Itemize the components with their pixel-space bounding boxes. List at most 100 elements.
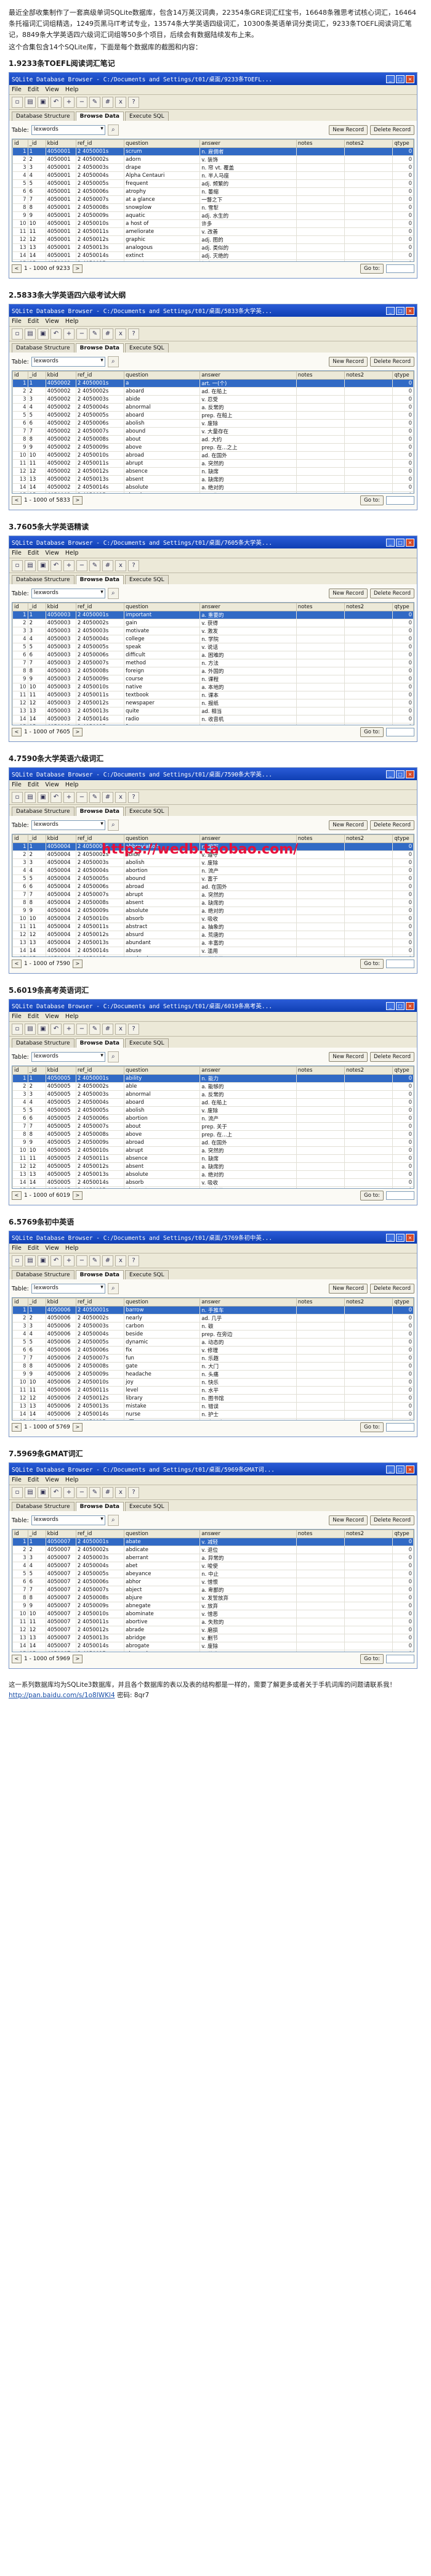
table-cell[interactable]: 2 4050006s <box>75 882 125 891</box>
table-cell[interactable]: 0 <box>392 419 414 428</box>
menu-item-help[interactable]: Help <box>65 318 79 325</box>
tab-database-structure[interactable]: Database Structure <box>12 807 75 816</box>
table-cell[interactable]: college <box>124 635 201 643</box>
search-icon[interactable]: ⌕ <box>107 1283 119 1294</box>
table-cell[interactable]: 4 <box>27 1562 46 1570</box>
table-cell[interactable]: 4050002 <box>45 467 76 476</box>
table-cell[interactable]: able <box>124 1082 201 1091</box>
table-cell[interactable] <box>296 211 345 220</box>
table-cell[interactable]: 0 <box>392 1114 414 1123</box>
table-row[interactable]: 1 1 4050002 2 4050001s a art. 一(个) 0 <box>12 379 414 388</box>
table-cell[interactable]: 8 <box>12 1362 28 1371</box>
table-cell[interactable] <box>344 1634 393 1642</box>
create-index-icon[interactable]: # <box>102 791 113 803</box>
column-header-notes2[interactable]: notes2 <box>344 1530 393 1538</box>
table-cell[interactable]: 13 <box>27 707 46 715</box>
table-cell[interactable] <box>296 1314 345 1323</box>
table-row[interactable]: 12 12 4050005 2 4050012s absent a. 缺席的 0 <box>12 1162 414 1171</box>
goto-input[interactable] <box>386 1423 414 1432</box>
table-cell[interactable]: 2 4050009s <box>75 211 125 220</box>
table-cell[interactable]: 2 <box>12 155 28 164</box>
table-cell[interactable]: 0 <box>392 1562 414 1570</box>
prev-page-button[interactable]: < <box>12 264 22 273</box>
table-cell[interactable] <box>344 155 393 164</box>
table-cell[interactable]: 14 <box>12 483 28 492</box>
table-cell[interactable]: 0 <box>392 1074 414 1083</box>
table-cell[interactable]: 0 <box>392 667 414 675</box>
table-cell[interactable]: v. 吸收 <box>199 915 297 923</box>
table-cell[interactable]: carbon <box>124 1322 201 1331</box>
table-cell[interactable] <box>296 1562 345 1570</box>
table-cell[interactable]: above <box>124 1130 201 1139</box>
column-header-notes[interactable]: notes <box>296 139 345 148</box>
table-cell[interactable]: abdicate <box>124 1546 201 1554</box>
table-cell[interactable] <box>344 1130 393 1139</box>
table-cell[interactable]: 2 4050009s <box>75 1370 125 1379</box>
table-cell[interactable] <box>296 403 345 412</box>
table-cell[interactable] <box>344 1610 393 1618</box>
table-cell[interactable]: 11 <box>27 1618 46 1626</box>
table-cell[interactable]: 2 <box>12 1314 28 1323</box>
column-header-refid[interactable]: ref_id <box>75 1298 125 1306</box>
table-cell[interactable] <box>296 171 345 180</box>
table-cell[interactable]: ad. 几乎 <box>199 1314 297 1323</box>
table-cell[interactable]: a. 突然的 <box>199 1146 297 1155</box>
table-cell[interactable] <box>296 1162 345 1171</box>
goto-input[interactable] <box>386 496 414 505</box>
table-cell[interactable]: ad. 相当 <box>199 707 297 715</box>
table-cell[interactable]: 2 4050013s <box>75 475 125 484</box>
menu-item-help[interactable]: Help <box>65 86 79 93</box>
table-cell[interactable]: 8 <box>12 667 28 675</box>
table-row[interactable]: 1 1 4050001 2 4050001s scrum n. 雇佣者 0 <box>12 147 414 156</box>
table-row[interactable]: 6 6 4050003 2 4050006s difficult a. 困难的 0 <box>12 651 414 659</box>
table-cell[interactable]: 0 <box>392 475 414 484</box>
table-cell[interactable]: 7 <box>27 195 46 204</box>
table-cell[interactable]: 2 4050001s <box>75 379 125 388</box>
table-cell[interactable]: prep. 关于 <box>199 1122 297 1131</box>
table-cell[interactable]: 2 4050014s <box>75 1410 125 1419</box>
table-cell[interactable]: 3 <box>27 395 46 404</box>
goto-button[interactable]: Go to: <box>360 1422 384 1432</box>
undo-icon[interactable]: ↶ <box>50 328 62 340</box>
table-cell[interactable] <box>296 1370 345 1379</box>
table-cell[interactable] <box>344 882 393 891</box>
table-row[interactable]: 14 14 4050002 2 4050014s absolute a. 绝对的 0 <box>12 483 414 492</box>
table-cell[interactable]: ad. 在国外 <box>199 451 297 460</box>
column-header-qtype[interactable]: qtype <box>392 1530 414 1538</box>
table-cell[interactable]: 14 <box>12 1178 28 1187</box>
table-cell[interactable]: fun <box>124 1354 201 1363</box>
table-cell[interactable]: 4050001 <box>45 171 76 180</box>
table-cell[interactable] <box>344 611 393 619</box>
table-cell[interactable]: 0 <box>392 1586 414 1594</box>
table-cell[interactable]: 2 4050013s <box>75 1634 125 1642</box>
table-cell[interactable] <box>344 1386 393 1395</box>
table-row[interactable]: 4 4 4050003 2 4050004s college n. 学院 0 <box>12 635 414 643</box>
table-cell[interactable]: 4050005 <box>45 1130 76 1139</box>
table-cell[interactable]: snowplow <box>124 203 201 212</box>
table-cell[interactable]: 9 <box>27 1138 46 1147</box>
save-icon[interactable]: ▣ <box>38 96 49 108</box>
table-cell[interactable]: 6 <box>12 1346 28 1355</box>
column-header-kbid[interactable]: kbid <box>45 1298 76 1306</box>
table-cell[interactable]: 4050002 <box>45 475 76 484</box>
table-cell[interactable] <box>296 1130 345 1139</box>
table-cell[interactable]: 2 4050001s <box>75 842 125 851</box>
table-cell[interactable]: 0 <box>392 1402 414 1411</box>
table-cell[interactable] <box>296 1386 345 1395</box>
menu-item-file[interactable]: File <box>12 781 22 788</box>
table-cell[interactable]: a. 绝对的 <box>199 1170 297 1179</box>
table-cell[interactable]: 1 <box>12 147 28 156</box>
table-cell[interactable]: 4050007 <box>45 1610 76 1618</box>
table-cell[interactable]: v. 吸收 <box>199 1178 297 1187</box>
table-row[interactable]: 2 2 4050002 2 4050002s aboard ad. 在船上 0 <box>12 387 414 396</box>
table-cell[interactable]: 7 <box>27 427 46 436</box>
table-row[interactable]: 10 10 4050004 2 4050010s absorb v. 吸收 0 <box>12 915 414 923</box>
table-cell[interactable] <box>344 691 393 699</box>
table-cell[interactable]: 4050006 <box>45 1410 76 1419</box>
table-cell[interactable]: 11 <box>12 1386 28 1395</box>
table-cell[interactable] <box>344 147 393 156</box>
table-cell[interactable]: abet <box>124 1562 201 1570</box>
table-row[interactable]: 3 3 4050002 2 4050003s abide v. 忍受 0 <box>12 395 414 404</box>
table-row[interactable]: 5 5 4050005 2 4050005s abolish v. 废除 0 <box>12 1106 414 1115</box>
search-icon[interactable]: ⌕ <box>107 820 119 831</box>
